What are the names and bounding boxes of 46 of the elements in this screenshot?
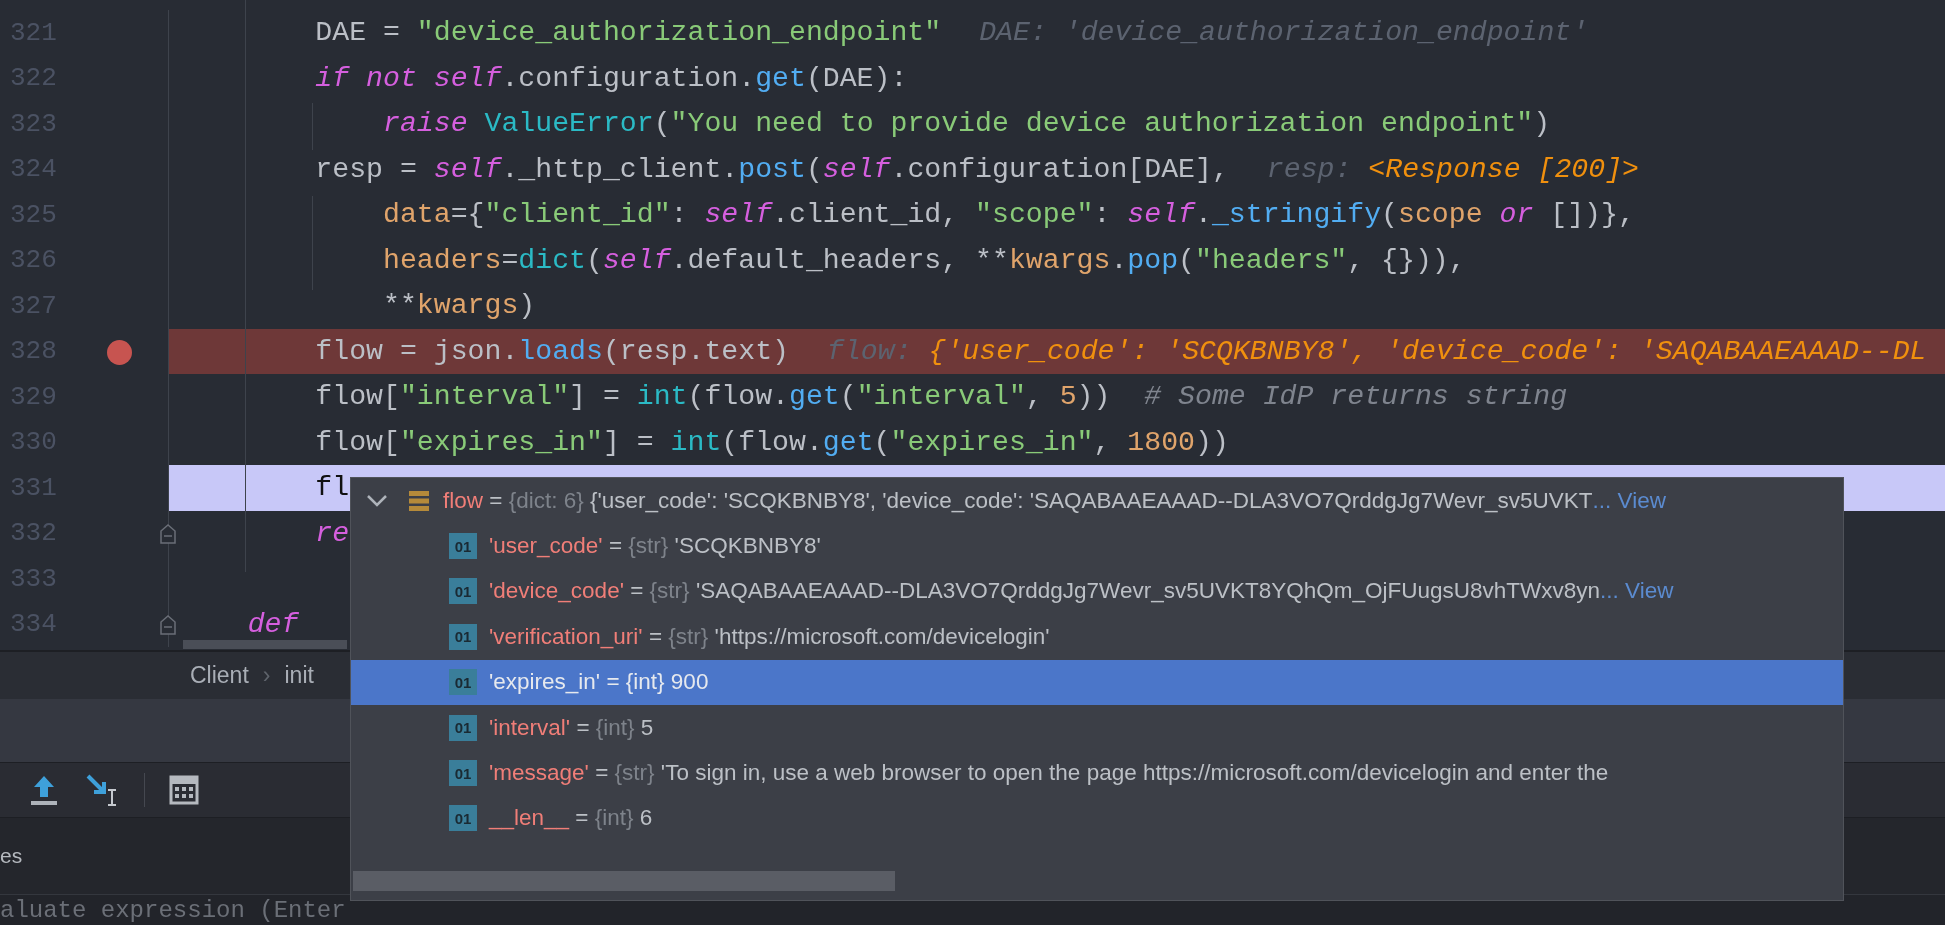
inline-value-hint: flow: {'user_code': 'SCQKBNBY8', 'device_code': 'SAQABAAEAAAD--DL [826,335,1927,367]
chevron-down-icon[interactable] [366,493,388,508]
code-line: flow["expires_in"] = int(flow.get("expires_in", 1800)) [314,426,1229,458]
code-line: raise ValueError("You need to provide device authorization endpoint") [381,108,1551,140]
variable-entry[interactable]: 'expires_in' = {int} 900 [489,669,709,696]
value-type-icon: 01 [449,623,477,650]
variable-entry[interactable]: 'interval' = {int} 5 [489,714,654,741]
value-type-icon: 01 [449,578,477,605]
variable-entry[interactable]: 'device_code' = {str} 'SAQABAAEAAAD--DLA3VO7QrddgJg7Wevr_sv5UVKT8YQhQm_OjFUugsU8vhTWxv8yn [489,578,1601,605]
code-line: flow["interval"] = int(flow.get("interval", 5)) # Some IdP returns string [314,381,1568,413]
breadcrumb-item[interactable]: Client [190,662,249,690]
variable-entry[interactable]: 'message' = {str} 'To sign in, use a web browser to open the page https://microsoft.com/devicelogin and enter the [489,760,1609,787]
code-line: re [314,517,350,549]
variable-entry[interactable]: 'user_code' = {str} 'SCQKBNBY8' [489,533,821,560]
scrollbar-thumb[interactable] [183,640,347,649]
fold-marker-icon[interactable] [159,522,177,545]
code-line: if not self.configuration.get(DAE): [314,62,908,94]
code-line: data={"client_id": self.client_id, "scope": self._stringify(scope or [])}, [381,199,1635,231]
breadcrumb-item[interactable]: init [284,662,314,690]
fold-marker-icon[interactable] [159,613,177,636]
code-line: fl [314,472,350,504]
view-link[interactable]: ... View [1600,578,1674,605]
value-type-icon: 01 [449,760,477,787]
view-link[interactable]: ... View [1592,487,1666,514]
code-line: resp = self._http_client.post(self.configuration[DAE], [314,153,1229,185]
stacked-bars-icon [408,489,430,512]
value-type-icon: 01 [449,714,477,741]
calculator-icon[interactable] [169,774,199,805]
panel-tab[interactable]: es [0,844,23,869]
breadcrumb-separator: › [262,662,271,690]
breakpoint-icon[interactable] [107,339,132,365]
value-type-icon: 01 [449,533,477,560]
selected-row[interactable]: 01 'expires_in' = {int} 900 [351,659,1843,705]
variable-entry[interactable]: 'verification_uri' = {str} 'https://microsoft.com/devicelogin' [489,623,1050,650]
code-line: **kwargs) [381,290,536,322]
inline-value-hint: resp: <Response [200]> [1266,153,1639,185]
value-type-icon: 01 [449,669,477,696]
value-type-icon: 01 [449,805,477,832]
variable-entry: flow = {dict: 6} {'user_code': 'SCQKBNBY8', 'device_code': 'SAQABAAEAAAD--DLA3VO7QrddgJg7Wevr_sv5UVKT [443,487,1593,514]
code-line: headers=dict(self.default_headers, **kwargs.pop("headers", {})), [381,244,1466,276]
inline-value-hint: DAE: 'device_authorization_endpoint' [979,17,1589,49]
code-line: def [246,608,299,640]
code-line: DAE = "device_authorization_endpoint" [314,17,942,49]
code-line: flow = json.loads(resp.text) [314,335,789,367]
scrollbar-thumb[interactable] [353,871,895,891]
variable-entry[interactable]: __len__ = {int} 6 [489,805,653,832]
